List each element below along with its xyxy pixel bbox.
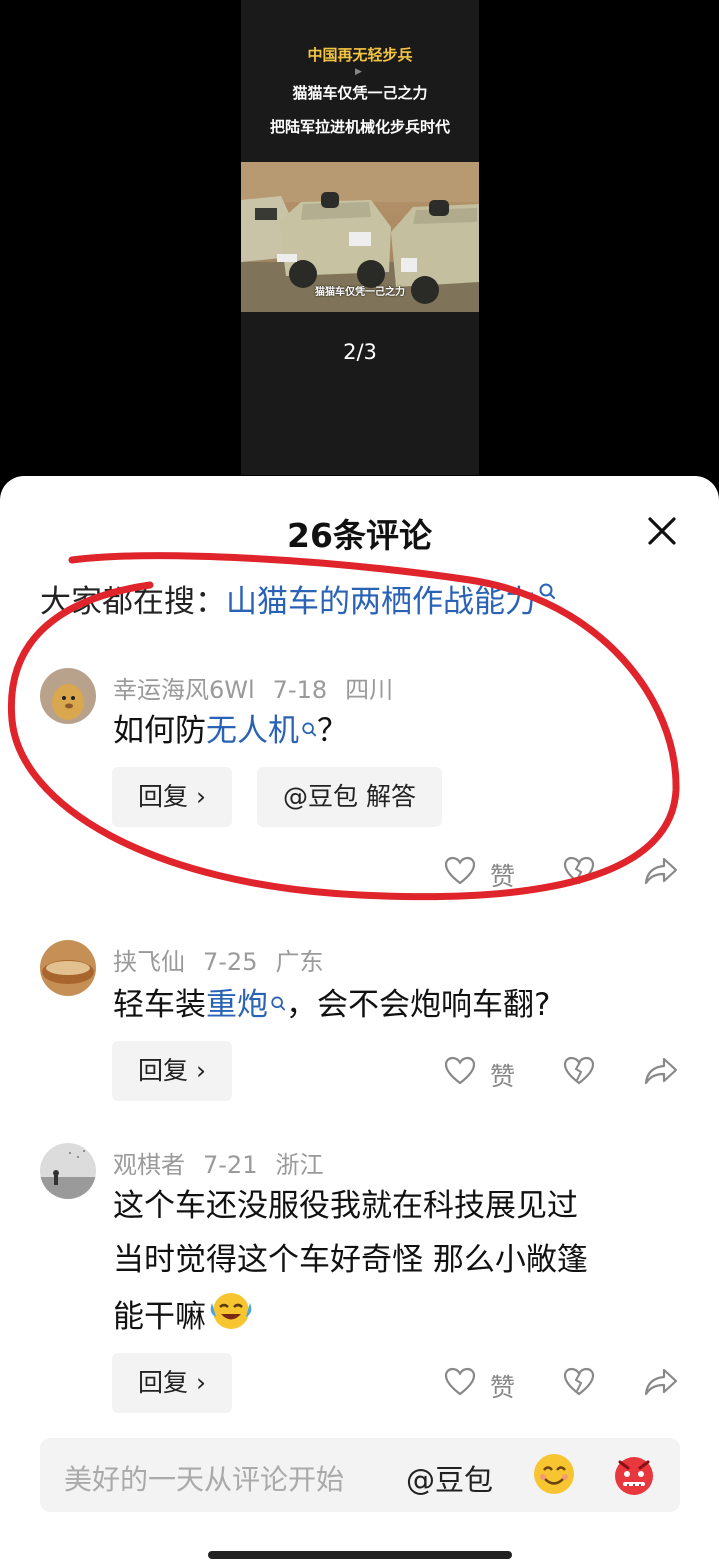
- comment-text-part: 能干嘛: [113, 1299, 206, 1335]
- comment-actions: 赞: [0, 852, 719, 892]
- like-icon[interactable]: [444, 1367, 476, 1401]
- video-caption: 猫猫车仅凭一己之力: [315, 287, 405, 298]
- search-icon: [301, 704, 317, 758]
- video-background: 中国再无轻步兵 ▶ 猫猫车仅凭一己之力 把陆军拉进机械化步兵时代 猫猫车仅凭一己…: [0, 0, 719, 500]
- comment-meta: 挟飞仙 7-25 广东: [113, 942, 341, 977]
- trending-search: 大家都在搜：山猫车的两栖作战能力: [40, 576, 556, 621]
- video-title-line-1: 中国再无轻步兵: [307, 46, 413, 64]
- trending-search-label: 大家都在搜：: [40, 584, 226, 620]
- comment-text-part: 轻车装: [113, 987, 206, 1023]
- comment-text-line: 当时觉得这个车好奇怪 那么小敞篷: [113, 1242, 588, 1278]
- trending-search-link[interactable]: 山猫车的两栖作战能力: [226, 584, 536, 620]
- share-icon[interactable]: [644, 1367, 678, 1401]
- comment-text-part: ，会不会炮响车翻?: [286, 987, 551, 1023]
- like-icon[interactable]: [444, 1056, 476, 1090]
- search-icon: [270, 978, 286, 1032]
- comments-count-title: 26条评论: [287, 516, 432, 555]
- like-icon[interactable]: [444, 856, 476, 890]
- comment-search-link[interactable]: 无人机: [206, 713, 299, 749]
- share-icon[interactable]: [644, 856, 678, 890]
- avatar[interactable]: [40, 940, 96, 996]
- comment-location: 四川: [345, 676, 394, 704]
- comment-date: 7-21: [203, 1151, 258, 1179]
- like-label[interactable]: 赞: [490, 1057, 515, 1093]
- comment-search-link[interactable]: 重炮: [206, 987, 268, 1023]
- comment-username[interactable]: 观棋者: [113, 1151, 185, 1179]
- video-player[interactable]: 中国再无轻步兵 ▶ 猫猫车仅凭一己之力 把陆军拉进机械化步兵时代 猫猫车仅凭一己…: [241, 0, 479, 475]
- dislike-icon[interactable]: [563, 856, 595, 890]
- share-icon[interactable]: [644, 1056, 678, 1090]
- crying-laughing-emoji: [208, 1287, 254, 1350]
- video-title-line-2: 猫猫车仅凭一己之力: [292, 84, 428, 102]
- like-label[interactable]: 赞: [490, 1368, 515, 1404]
- avatar[interactable]: [40, 1143, 96, 1199]
- comment-text-part: 如何防: [113, 713, 206, 749]
- comment-text: 轻车装重炮 ，会不会炮响车翻?: [113, 978, 550, 1032]
- avatar[interactable]: [40, 668, 96, 724]
- comment-actions: 赞: [0, 1363, 719, 1403]
- comment-text-part: ？: [317, 713, 348, 749]
- angry-emoji-icon[interactable]: [610, 1450, 658, 1498]
- play-icon: ▶: [355, 67, 362, 77]
- comment-text-line: 这个车还没服役我就在科技展见过: [113, 1188, 578, 1224]
- home-indicator[interactable]: [208, 1551, 512, 1559]
- comment-text: 如何防无人机 ？: [113, 704, 348, 758]
- close-icon[interactable]: [642, 511, 682, 551]
- comment-meta: 观棋者 7-21 浙江: [113, 1145, 341, 1180]
- page-indicator: 2/3: [343, 340, 377, 364]
- smile-emoji-icon[interactable]: [530, 1450, 578, 1498]
- comment-input-placeholder[interactable]: 美好的一天从评论开始: [64, 1458, 344, 1498]
- dislike-icon[interactable]: [563, 1367, 595, 1401]
- like-label[interactable]: 赞: [490, 857, 515, 893]
- comment-location: 浙江: [275, 1151, 324, 1179]
- comment-username[interactable]: 挟飞仙: [113, 948, 185, 976]
- comment-meta: 幸运海风6Wl 7-18 四川: [113, 670, 411, 705]
- comment-date: 7-25: [203, 948, 258, 976]
- search-icon: [538, 576, 556, 612]
- comment-input-bar[interactable]: 美好的一天从评论开始 @豆包: [40, 1438, 680, 1512]
- comment-location: 广东: [275, 948, 324, 976]
- at-doubao-button[interactable]: @豆包: [406, 1457, 493, 1499]
- comments-sheet: 26条评论 大家都在搜：山猫车的两栖作战能力 幸运海风6Wl 7-18 四川 如何防…: [0, 476, 719, 1568]
- comment-actions: 赞: [0, 1052, 719, 1092]
- comment-text-line: 能干嘛: [113, 1287, 254, 1350]
- video-title-line-3: 把陆军拉进机械化步兵时代: [269, 118, 450, 136]
- comment-date: 7-18: [272, 676, 328, 704]
- comment-username[interactable]: 幸运海风6Wl: [113, 676, 255, 704]
- ask-doubao-button[interactable]: @豆包 解答: [257, 767, 442, 827]
- reply-button[interactable]: 回复 ›: [112, 767, 232, 827]
- video-frame: 猫猫车仅凭一己之力: [241, 162, 479, 312]
- dislike-icon[interactable]: [563, 1056, 595, 1090]
